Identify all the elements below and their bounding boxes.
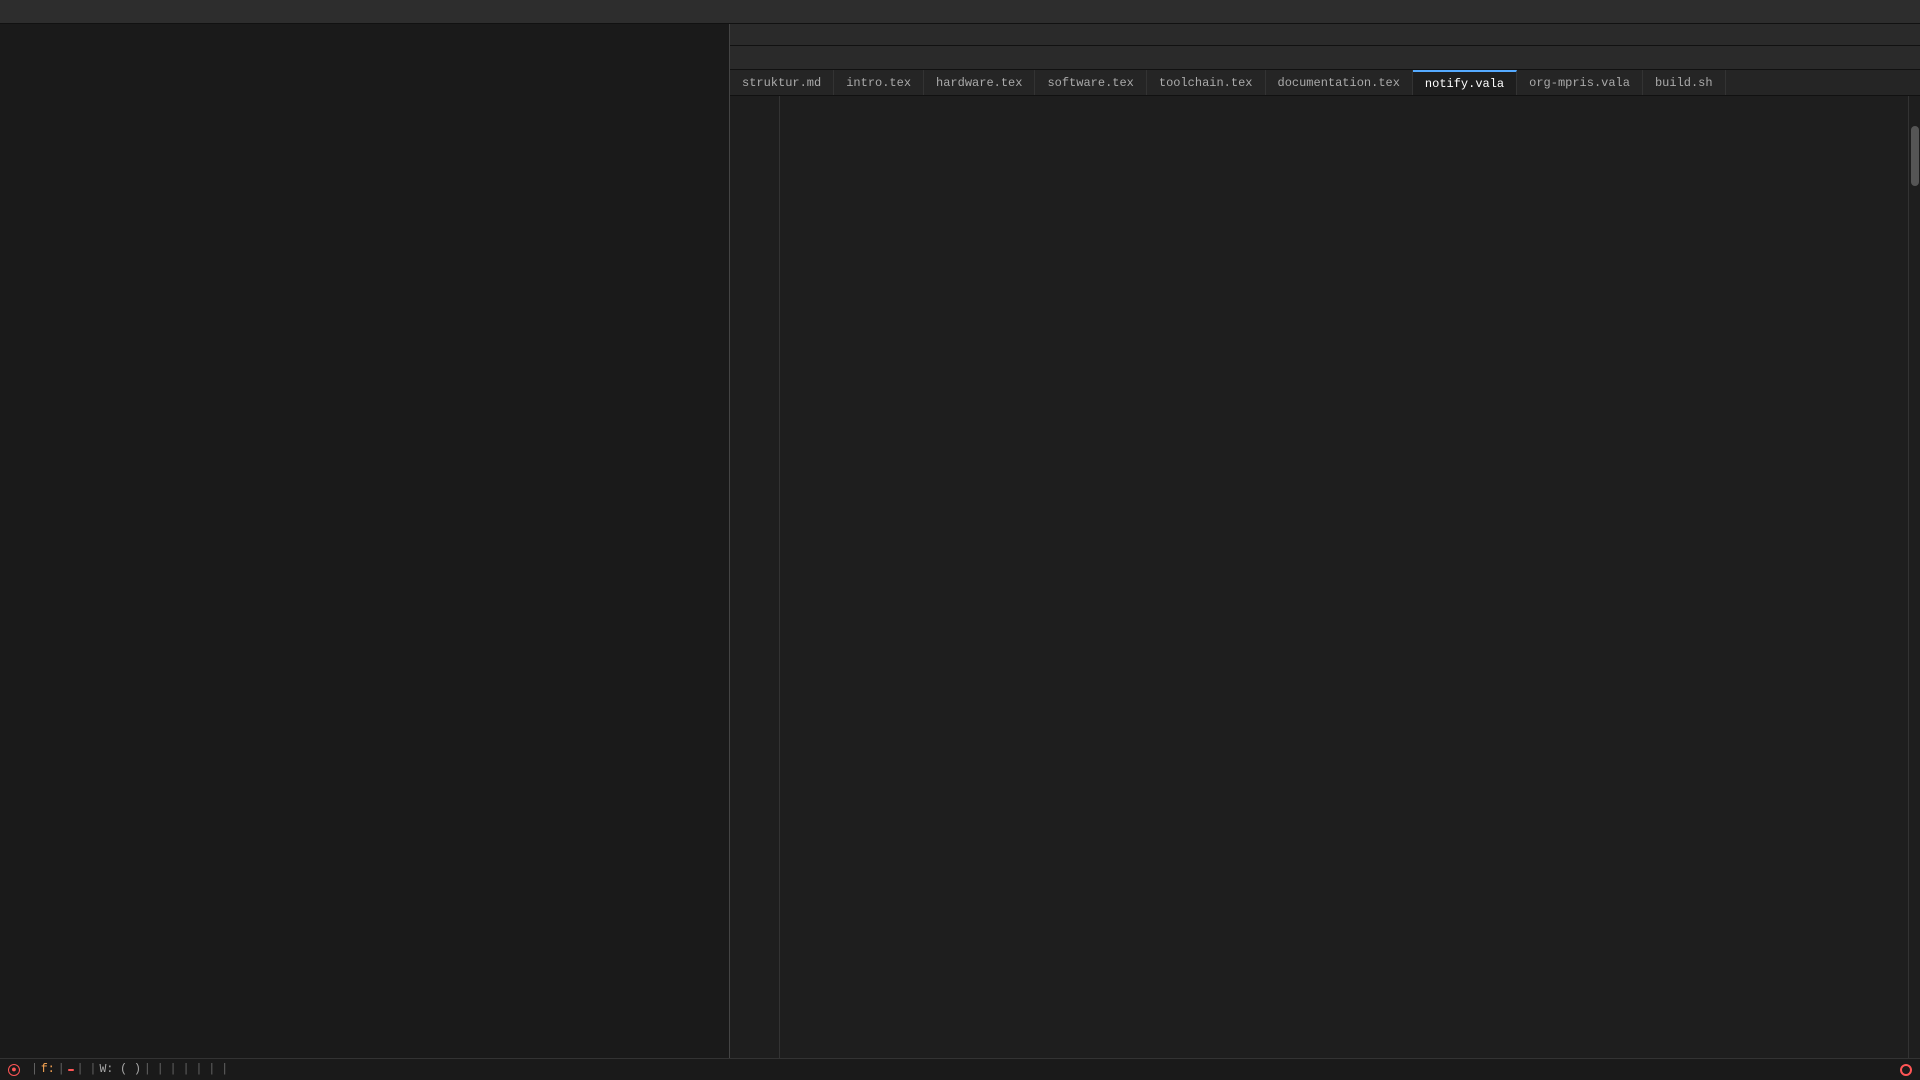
status-noipv [68,1069,74,1071]
line-numbers [730,96,780,1058]
tab-build-sh[interactable]: build.sh [1643,70,1726,95]
menu-file[interactable] [734,56,754,60]
terminal-title-bar [0,0,1920,24]
circle-indicator [1900,1064,1912,1076]
tab-notify-vala[interactable]: notify.vala [1413,70,1517,95]
terminal-content [4,26,725,1056]
status-bar: ● | f: | | | W: ( ) | | | | | | | [0,1058,1920,1080]
status-music: ● [8,1063,24,1076]
code-content[interactable] [780,96,1908,1058]
terminal-panel [0,24,730,1058]
scrollbar-thumb[interactable] [1911,126,1919,186]
menu-tools[interactable] [794,56,814,60]
menu-edit[interactable] [754,56,774,60]
menu-buffer[interactable] [814,56,834,60]
tab-struktur-md[interactable]: struktur.md [730,70,834,95]
editor-panel: struktur.mdintro.texhardware.texsoftware… [730,24,1920,1058]
code-area [730,96,1920,1058]
tab-toolchain-tex[interactable]: toolchain.tex [1147,70,1266,95]
tab-intro-tex[interactable]: intro.tex [834,70,924,95]
editor-title-bar [730,24,1920,46]
scrollbar[interactable] [1908,96,1920,1058]
menu-bar [730,46,1920,70]
tab-documentation-tex[interactable]: documentation.tex [1266,70,1413,95]
tab-software-tex[interactable]: software.tex [1035,70,1146,95]
menu-search[interactable] [774,56,794,60]
status-left: ● | f: | | | W: ( ) | | | | | | | [0,1063,1894,1076]
menu-view[interactable] [834,56,854,60]
main-layout: struktur.mdintro.texhardware.texsoftware… [0,24,1920,1058]
status-wmem: W: ( ) [99,1063,140,1076]
tabs-bar: struktur.mdintro.texhardware.texsoftware… [730,70,1920,96]
status-right [1894,1064,1920,1076]
status-volume: f: [41,1063,55,1076]
tab-org-mpris-vala[interactable]: org-mpris.vala [1517,70,1643,95]
menu-help[interactable] [854,56,874,60]
tab-hardware-tex[interactable]: hardware.tex [924,70,1035,95]
